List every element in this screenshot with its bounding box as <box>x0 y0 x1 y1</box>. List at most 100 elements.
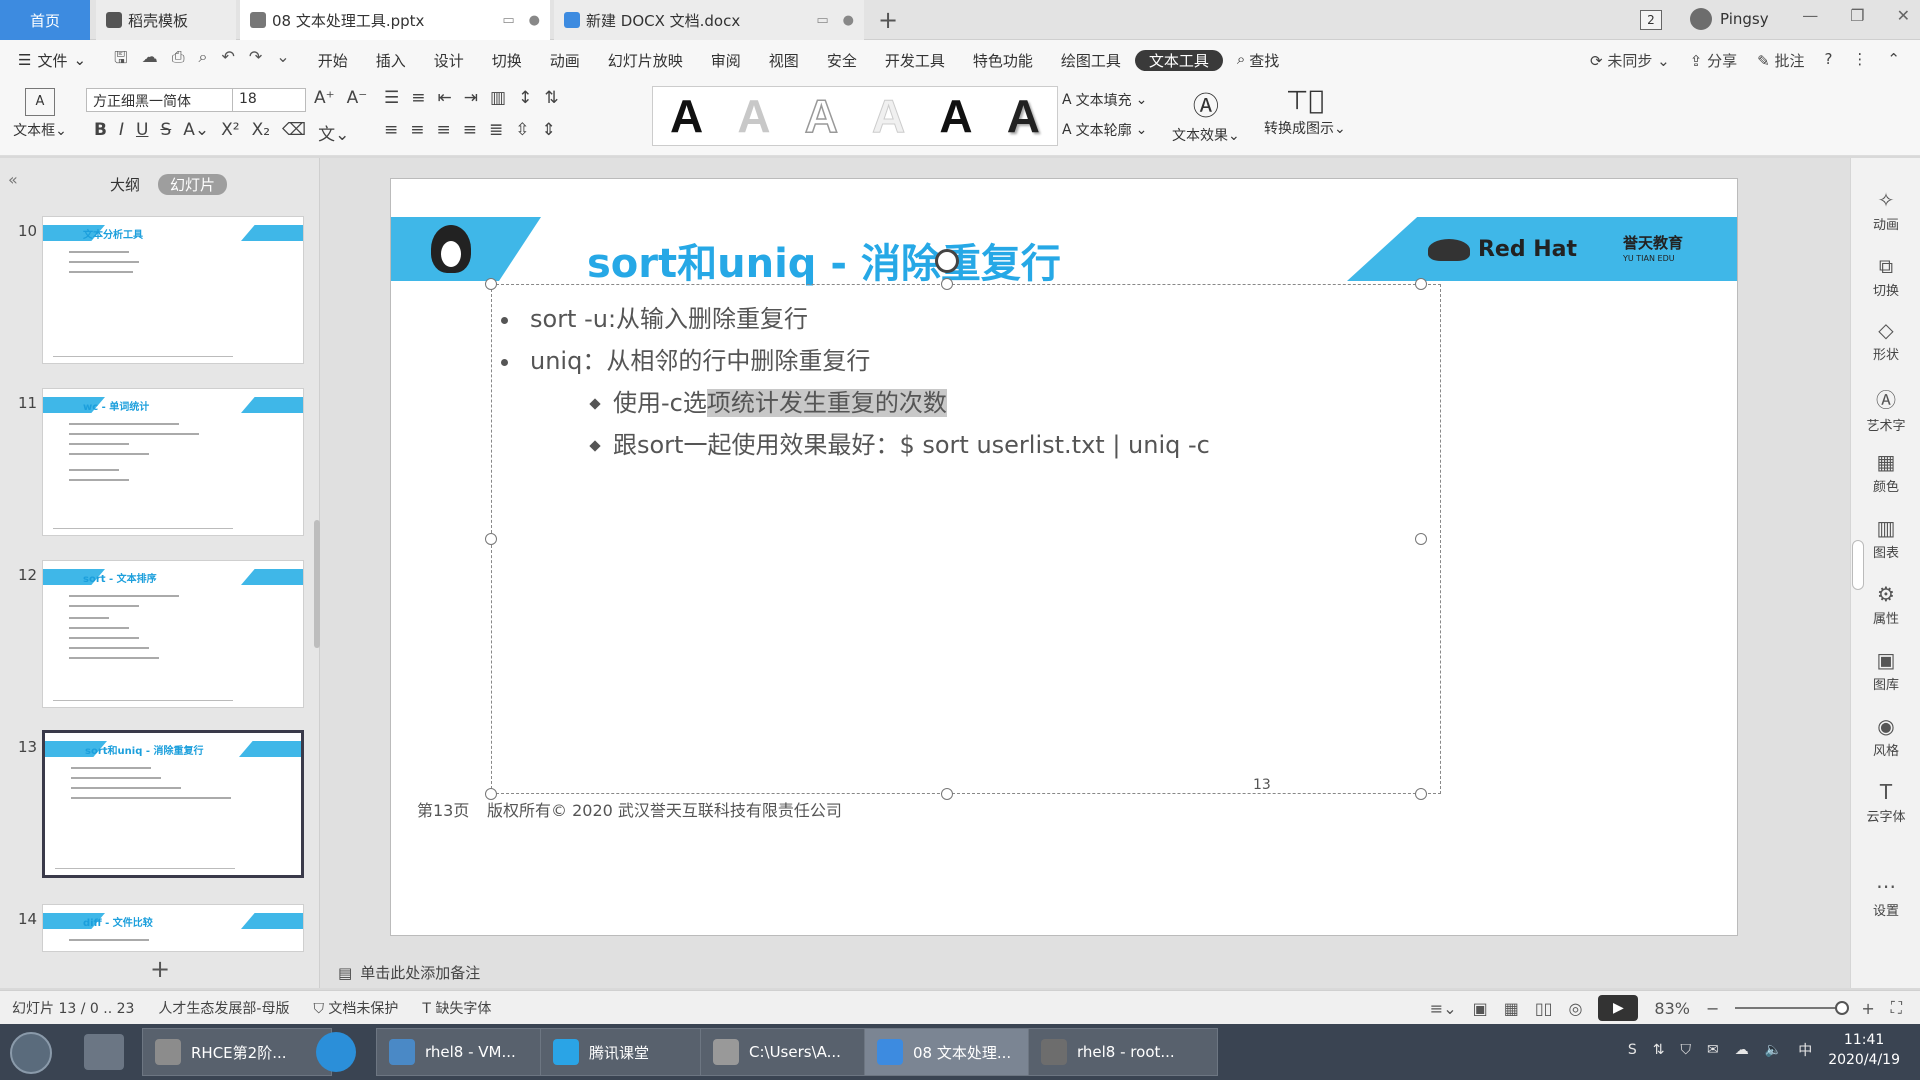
notes-area[interactable]: ▤ 单击此处添加备注 <box>338 962 480 983</box>
font-size-select[interactable]: 18 <box>232 88 306 112</box>
cloud-tray-icon[interactable]: ☁ <box>1735 1042 1749 1058</box>
text-style-bold[interactable]: A <box>939 89 972 143</box>
decrease-indent-icon[interactable]: ⇤ <box>438 88 452 108</box>
tab-home[interactable]: 首页 <box>0 0 90 40</box>
text-style-solid[interactable]: A <box>670 89 703 143</box>
taskbar-item-active[interactable]: 08 文本处理... <box>864 1028 1054 1076</box>
bold-icon[interactable]: B <box>94 120 107 145</box>
cloud-icon[interactable]: ☁ <box>142 47 158 74</box>
paragraph-spacing-icon[interactable]: ⇕ <box>542 120 556 140</box>
tab-docx-document[interactable]: 新建 DOCX 文档.docx ▭ ● <box>554 0 864 40</box>
zoom-in-icon[interactable]: + <box>1861 999 1874 1018</box>
sub-bullet-item[interactable]: 使用-c选项统计发生重复的次数 <box>589 383 947 418</box>
menu-item-design[interactable]: 设计 <box>420 50 478 71</box>
sidebar-tool-wordart[interactable]: Ⓐ 艺术字 <box>1851 384 1920 434</box>
strikethrough-icon[interactable]: S <box>160 120 171 145</box>
sidebar-tool-style[interactable]: ◉ 风格 <box>1851 714 1920 759</box>
line-spacing-icon[interactable]: ↕ <box>518 88 532 108</box>
menu-item-features[interactable]: 特色功能 <box>959 50 1047 71</box>
selected-text-highlight[interactable]: 项统计发生重复的次数 <box>706 389 947 417</box>
tab-pptx-document[interactable]: 08 文本处理工具.pptx ▭ ● <box>240 0 550 40</box>
menu-item-view[interactable]: 视图 <box>755 50 813 71</box>
slide-canvas[interactable]: sort和uniq - 消除重复行 Red Hat 誉天教育 YU TIAN E… <box>390 178 1738 936</box>
zoom-slider[interactable] <box>1735 1001 1850 1015</box>
sidebar-tool-color[interactable]: ▦ 颜色 <box>1851 450 1920 495</box>
clear-format-icon[interactable]: ⌫ <box>282 120 306 145</box>
text-direction-icon[interactable]: ⇅ <box>544 88 558 108</box>
italic-icon[interactable]: I <box>119 120 124 145</box>
resize-handle[interactable] <box>941 278 953 290</box>
network-icon[interactable]: ⇅ <box>1653 1042 1665 1058</box>
text-outline-button[interactable]: A 文本轮廓 ⌄ <box>1062 120 1147 140</box>
sogou-tray-icon[interactable]: S <box>1628 1042 1637 1058</box>
phonetic-icon[interactable]: 文⌄ <box>318 120 349 145</box>
underline-icon[interactable]: U <box>136 120 148 145</box>
customize-icon[interactable]: ⌄ <box>276 47 289 74</box>
menu-item-animation[interactable]: 动画 <box>536 50 594 71</box>
resize-handle[interactable] <box>1415 788 1427 800</box>
sidebar-tool-settings[interactable]: ⋯ 设置 <box>1851 874 1920 919</box>
new-tab-button[interactable]: + <box>878 6 898 34</box>
bullet-item[interactable]: uniq：从相邻的行中删除重复行 <box>501 341 870 376</box>
window-count-badge[interactable]: 2 <box>1640 10 1662 30</box>
text-style-light[interactable]: A <box>872 89 906 143</box>
menu-item-review[interactable]: 审阅 <box>697 50 755 71</box>
undo-icon[interactable]: ↶ <box>221 47 234 74</box>
print-icon[interactable]: ⎙ <box>172 47 185 74</box>
menu-item-developer[interactable]: 开发工具 <box>871 50 959 71</box>
add-slide-button[interactable]: + <box>150 955 170 983</box>
text-style-outline[interactable]: A <box>804 89 839 143</box>
fit-window-icon[interactable]: ⛶ <box>1891 998 1902 1018</box>
taskbar-item[interactable]: rhel8 - VM... <box>376 1028 566 1076</box>
sub-bullet-item[interactable]: 跟sort一起使用效果最好：$ sort userlist.txt | uniq… <box>589 425 1210 460</box>
shrink-font-icon[interactable]: A⁻ <box>347 88 368 108</box>
resize-handle[interactable] <box>1415 278 1427 290</box>
share-button[interactable]: ⇪ 分享 <box>1690 50 1737 71</box>
collapse-panel-icon[interactable]: « <box>8 170 18 189</box>
normal-view-icon[interactable]: ▣ <box>1473 999 1488 1018</box>
distribute-icon[interactable]: ≣ <box>489 120 503 140</box>
sogou-icon[interactable] <box>316 1032 356 1072</box>
slide-title[interactable]: sort和uniq - 消除重复行 <box>587 231 1061 289</box>
tab-template[interactable]: 稻壳模板 <box>96 0 236 40</box>
subscript-icon[interactable]: X₂ <box>252 120 270 145</box>
shield-icon[interactable]: ⛉ <box>1681 1042 1692 1058</box>
search-command[interactable]: ⌕ 查找 <box>1223 50 1293 71</box>
zoom-slider-knob[interactable] <box>1835 1001 1850 1015</box>
close-icon[interactable]: ✕ <box>1897 6 1910 25</box>
template-name[interactable]: 人才生态发展部-母版 <box>146 998 301 1018</box>
collapse-ribbon-icon[interactable]: ⌃ <box>1887 50 1900 71</box>
minimize-icon[interactable]: — <box>1802 6 1818 25</box>
menu-item-security[interactable]: 安全 <box>813 50 871 71</box>
text-effect-button[interactable]: Ⓐ 文本效果⌄ <box>1172 86 1240 145</box>
notes-toggle-icon[interactable]: ≡⌄ <box>1430 999 1457 1018</box>
reading-view-icon[interactable]: ▯▯ <box>1535 999 1553 1018</box>
zoom-out-icon[interactable]: − <box>1706 999 1719 1018</box>
more-icon[interactable]: ⋮ <box>1852 50 1867 71</box>
menu-item-insert[interactable]: 插入 <box>362 50 420 71</box>
text-fill-button[interactable]: A 文本填充 ⌄ <box>1062 90 1147 110</box>
sidebar-tool-gallery[interactable]: ▣ 图库 <box>1851 648 1920 693</box>
sidebar-tool-cloud-font[interactable]: T 云字体 <box>1851 780 1920 825</box>
align-right-icon[interactable]: ≡ <box>437 120 451 140</box>
font-color-icon[interactable]: A⌄ <box>183 120 209 145</box>
monitor-icon[interactable]: ▭ <box>816 13 828 28</box>
taskbar-item[interactable]: C:\Users\A... <box>700 1028 890 1076</box>
chat-icon[interactable]: ✉ <box>1707 1042 1719 1058</box>
columns-icon[interactable]: ▥ <box>490 88 506 108</box>
grow-font-icon[interactable]: A⁺ <box>314 88 335 108</box>
slide-thumbnail-12[interactable]: sort - 文本排序 <box>42 560 304 708</box>
font-name-select[interactable]: 方正细黑一简体 <box>86 88 234 112</box>
slide-thumbnail-14[interactable]: diff - 文件比较 <box>42 904 304 952</box>
presenter-view-icon[interactable]: ◎ <box>1568 999 1582 1018</box>
menu-item-transition[interactable]: 切换 <box>478 50 536 71</box>
help-icon[interactable]: ? <box>1824 50 1832 71</box>
zoom-level[interactable]: 83% <box>1654 999 1690 1018</box>
increase-indent-icon[interactable]: ⇥ <box>464 88 478 108</box>
menu-item-start[interactable]: 开始 <box>304 50 362 71</box>
menu-item-drawing-tools[interactable]: 绘图工具 <box>1047 50 1135 71</box>
slide-sorter-icon[interactable]: ▦ <box>1504 999 1519 1018</box>
monitor-icon[interactable]: ▭ <box>502 13 514 28</box>
text-style-gray[interactable]: A <box>737 89 770 143</box>
textbox-button[interactable]: A 文本框⌄ <box>10 88 70 140</box>
